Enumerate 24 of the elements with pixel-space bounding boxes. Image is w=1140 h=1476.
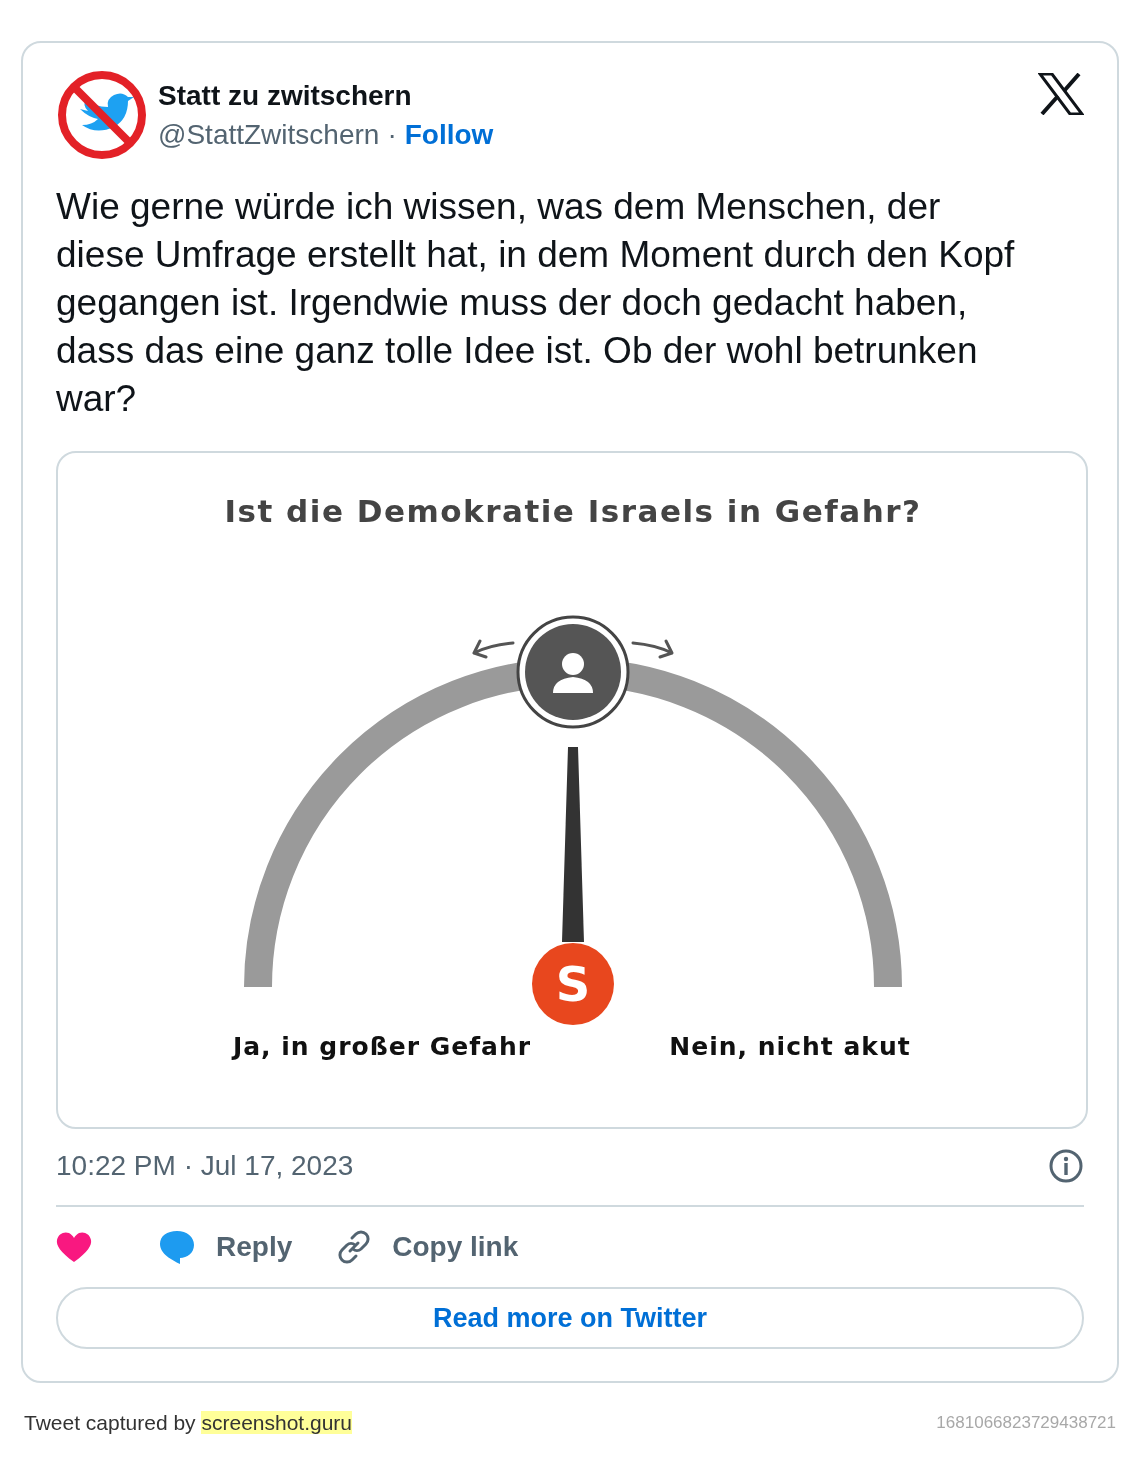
copy-button[interactable]: Copy link (336, 1225, 519, 1269)
person-icon (516, 615, 630, 729)
info-icon[interactable] (1048, 1148, 1084, 1184)
timestamp[interactable]: 10:22 PM · Jul 17, 2023 (56, 1145, 354, 1187)
right-arrow-icon (631, 639, 674, 659)
left-label: Ja, in großer Gefahr (232, 1032, 532, 1061)
author-handle[interactable]: @StattZwitschern (158, 115, 380, 155)
author-name[interactable]: Statt zu zwitschern (158, 79, 494, 113)
graphic-title: Ist die Demokratie Israels in Gefahr? (224, 493, 922, 529)
left-arrow-icon (472, 639, 515, 659)
reply-button[interactable]: Reply (158, 1225, 293, 1269)
screenshot-guru-link[interactable]: screenshot.guru (201, 1411, 353, 1434)
follow-link[interactable]: Follow (404, 115, 494, 155)
separator: · (387, 118, 397, 152)
no-bird-avatar-icon[interactable] (56, 69, 148, 161)
tweet-id: 1681066823729438721 (936, 1412, 1116, 1434)
speech-bubble-icon (158, 1229, 196, 1265)
right-label: Nein, nicht akut (669, 1032, 911, 1061)
heart-icon (56, 1231, 92, 1263)
logo-letter: S (555, 956, 591, 1012)
x-logo-icon[interactable] (1038, 73, 1084, 115)
tweet-text: Wie gerne würde ich wissen, was dem Menschen, der diese Umfrage erstellt hat, in dem Moment durch den Kopf gegangen ist. Irgendwie muss der doch gedacht haben, dass das eine ganz tolle Idee ist. Ob der wohl betrunken war? (56, 185, 1016, 421)
capture-caption: Tweet captured by screenshot.guru (24, 1410, 353, 1436)
read-more-button[interactable]: Read more on Twitter (56, 1287, 1084, 1349)
